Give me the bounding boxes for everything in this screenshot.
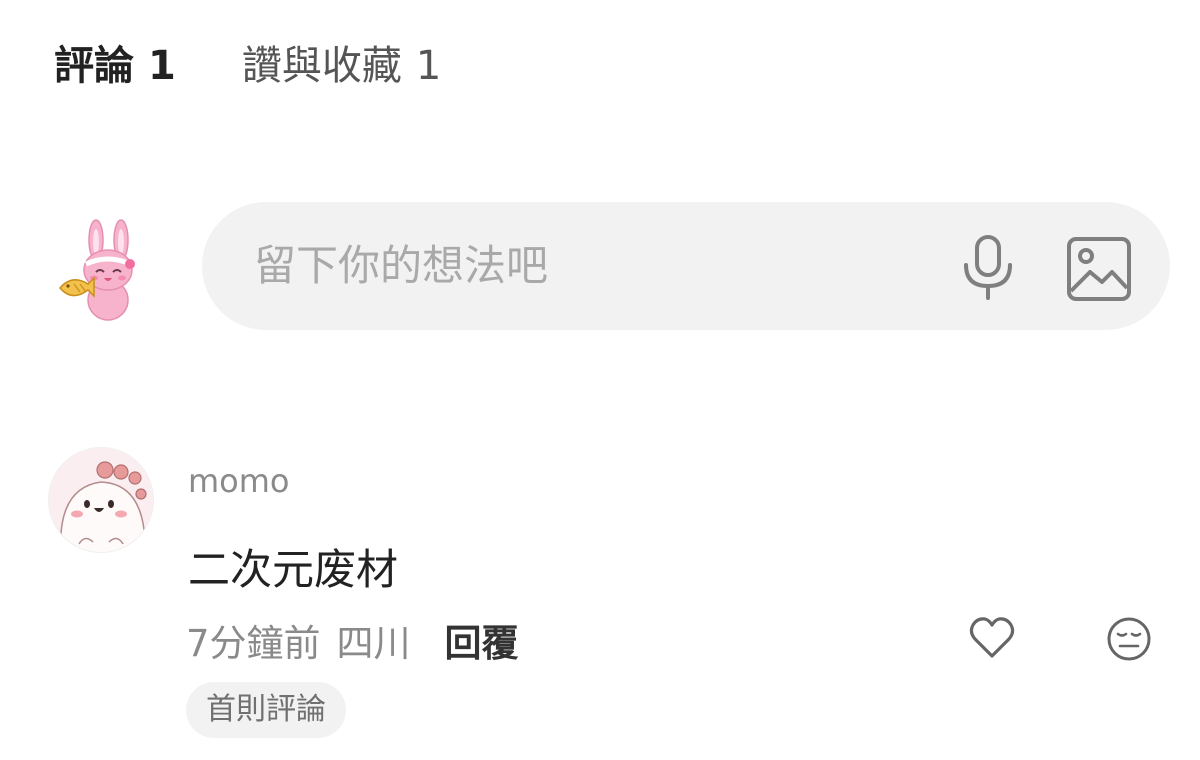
tab-comments-label: 評論	[54, 43, 134, 89]
tab-likes-favorites[interactable]: 讚與收藏 1	[242, 36, 441, 96]
microphone-icon[interactable]	[960, 234, 1016, 300]
my-avatar[interactable]	[46, 218, 152, 324]
heart-outline-icon[interactable]	[968, 614, 1016, 662]
comment-text: 二次元废材	[188, 545, 399, 594]
comment-tabs: 評論 1 讚與收藏 1	[54, 36, 441, 96]
comment-avatar[interactable]	[48, 447, 154, 553]
comment-time: 7分鐘前	[186, 622, 321, 665]
tab-likes-favorites-label: 讚與收藏	[241, 43, 402, 89]
tab-comments-count: 1	[148, 43, 176, 89]
first-comment-badge: 首則評論	[186, 682, 346, 738]
reply-button[interactable]: 回覆	[445, 613, 519, 667]
comment-username[interactable]: momo	[188, 462, 290, 500]
image-icon[interactable]	[1066, 236, 1132, 302]
comment-location: 四川	[336, 622, 411, 665]
tab-likes-favorites-count: 1	[415, 43, 442, 89]
comment-input-placeholder: 留下你的想法吧	[254, 241, 549, 290]
comment-input[interactable]: 留下你的想法吧	[202, 202, 1170, 330]
tab-comments[interactable]: 評論 1	[54, 36, 176, 96]
meh-face-icon[interactable]	[1106, 616, 1152, 662]
comment-meta: 7分鐘前 四川 回覆	[186, 614, 519, 666]
